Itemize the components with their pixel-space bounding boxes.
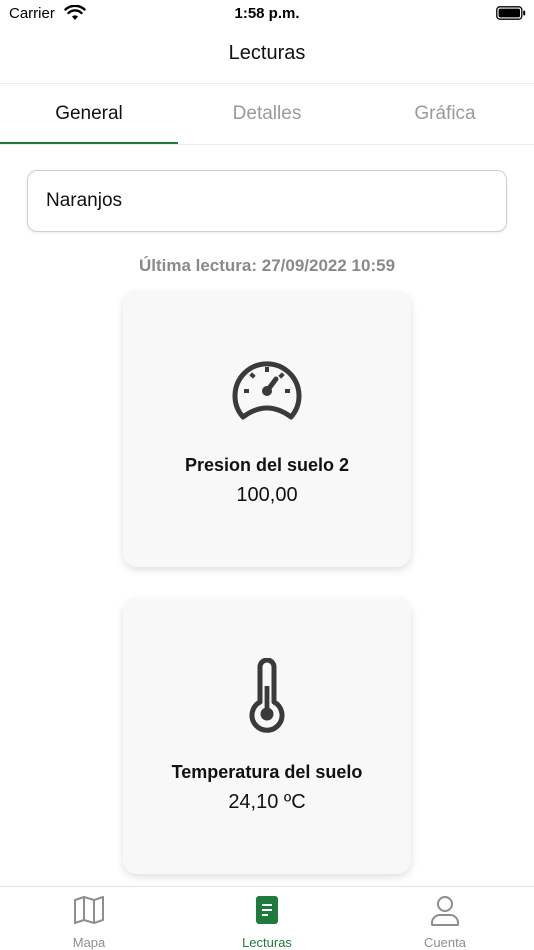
card-title: Temperatura del suelo xyxy=(171,762,363,782)
bottom-tab-bar: Mapa Lecturas Cuenta xyxy=(0,886,534,950)
status-time: 1:58 p.m. xyxy=(234,5,300,22)
map-icon xyxy=(0,895,178,925)
tab-general[interactable]: General xyxy=(0,84,178,144)
screen: Carrier 1:58 p.m. Lecturas General Detal… xyxy=(0,0,534,950)
card-value: 24,10 ºC xyxy=(228,791,306,813)
tab-detalles[interactable]: Detalles xyxy=(178,84,356,144)
tabbar-label: Lecturas xyxy=(242,935,292,950)
card-value: 100,00 xyxy=(236,484,298,506)
tab-bar-top: General Detalles Gráfica xyxy=(0,84,534,144)
tabbar-item-mapa[interactable]: Mapa xyxy=(0,887,178,950)
battery-icon xyxy=(496,6,526,20)
location-selector-value: Naranjos xyxy=(46,190,123,211)
reading-card-pressure[interactable]: Presion del suelo 2 100,00 xyxy=(123,291,411,567)
card-title: Presion del suelo 2 xyxy=(184,455,350,475)
tabbar-item-cuenta[interactable]: Cuenta xyxy=(356,887,534,950)
page-title: Lecturas xyxy=(228,42,306,64)
location-selector[interactable]: Naranjos xyxy=(27,170,507,232)
tabbar-label: Mapa xyxy=(72,935,106,950)
tabs-divider xyxy=(0,144,534,145)
last-reading-label: Última lectura: 27/09/2022 10:59 xyxy=(138,256,396,275)
person-icon xyxy=(356,895,534,927)
status-bar: Carrier 1:58 p.m. xyxy=(0,0,534,28)
tabbar-label: Cuenta xyxy=(424,935,466,950)
reading-card-temperature[interactable]: Temperatura del suelo 24,10 ºC xyxy=(123,598,411,874)
gauge-icon xyxy=(123,353,411,423)
tab-grafica[interactable]: Gráfica xyxy=(356,84,534,144)
document-icon xyxy=(178,895,356,925)
tabbar-item-lecturas[interactable]: Lecturas xyxy=(178,887,356,950)
thermometer-icon xyxy=(123,658,411,734)
